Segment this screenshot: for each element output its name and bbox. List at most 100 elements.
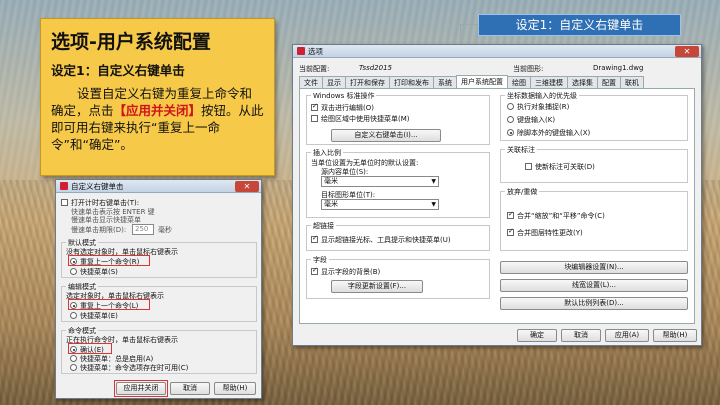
shortcut-menu-label: 绘图区域中使用快捷菜单(M)	[321, 115, 410, 123]
help-button[interactable]: 帮助(H)	[653, 329, 697, 342]
windows-group: Windows 标准操作 双击进行编辑(O) 绘图区域中使用快捷菜单(M) 自定…	[306, 91, 490, 145]
coord-keyboard-label: 键盘输入(K)	[517, 116, 556, 124]
cmd-shortcut-options-label: 快捷菜单：命令选项存在时可用(C)	[80, 364, 189, 372]
chevron-down-icon: ▼	[431, 201, 436, 208]
assoc-dim-group: 关联标注 使新标注可关联(D)	[500, 145, 688, 183]
command-mode-group: 命令模式 正在执行命令时，单击鼠标右键表示 确认(E) 快捷菜单：总是启用(A)…	[61, 326, 257, 374]
assoc-dim-checkbox[interactable]	[525, 163, 532, 170]
combine-layer-checkbox[interactable]	[507, 227, 514, 236]
tab-online[interactable]: 联机	[620, 76, 644, 88]
right-click-dialog: 自定义右键单击 ✕ 打开计时右键单击(T): 快速单击表示按 ENTER 键 慢…	[55, 179, 262, 399]
rc-titlebar: 自定义右键单击 ✕	[56, 180, 261, 193]
highlight-box	[68, 299, 150, 310]
hyperlink-group: 超链接 显示超链接光标、工具提示和快捷菜单(U)	[306, 221, 490, 251]
hyperlink-title: 超链接	[311, 221, 336, 231]
default-scale-list-button[interactable]: 默认比例列表(D)...	[500, 297, 688, 310]
note-title: 选项-用户系统配置	[51, 31, 211, 53]
hyperlink-label: 显示超链接光标、工具提示和快捷菜单(U)	[321, 236, 451, 244]
combine-zoom-pan-label: 合并“缩放”和“平移”命令(C)	[517, 212, 605, 220]
options-dialog: 选项 ✕ 当前配置: Tssd2015 当前图形: Drawing1.dwg 文…	[292, 44, 702, 346]
current-config-label: 当前配置:	[299, 65, 330, 73]
edit-shortcut-radio[interactable]	[70, 312, 77, 319]
note-body: 设置自定义右键为重复上命令和确定，点击【应用并关闭】按钮。从此即可用右键来执行“…	[51, 85, 264, 153]
hyperlink-checkbox[interactable]	[311, 234, 318, 243]
coord-osnap-radio[interactable]	[507, 103, 514, 110]
right-click-customize-button[interactable]: 自定义右键单击(I)...	[331, 129, 441, 142]
coord-keyboard-radio[interactable]	[507, 116, 514, 123]
source-units-select[interactable]: 毫米 ▼	[321, 176, 439, 187]
coord-priority-title: 坐标数据输入的优先级	[505, 91, 579, 101]
duration-label: 慢速单击期限(D):	[71, 226, 127, 234]
tab-selection[interactable]: 选择集	[567, 76, 598, 88]
default-mode-group: 默认模式 没有选定对象时，单击鼠标右键表示 重复上一个命令(R) 快捷菜单(S)	[61, 238, 257, 278]
close-icon[interactable]: ✕	[235, 180, 259, 192]
chevron-down-icon: ▼	[431, 178, 436, 185]
current-config-value: Tssd2015	[359, 64, 392, 72]
edit-mode-group: 编辑模式 选定对象时，单击鼠标右键表示 重复上一个命令(L) 快捷菜单(E)	[61, 282, 257, 322]
options-tabs: 文件 显示 打开和保存 打印和发布 系统 用户系统配置 绘图 三维建模 选择集 …	[299, 75, 644, 88]
fields-label: 显示字段的背景(B)	[321, 268, 381, 276]
tab-system[interactable]: 系统	[433, 76, 457, 88]
source-units-value: 毫米	[324, 177, 338, 185]
timed-right-click-checkbox[interactable]	[61, 199, 68, 206]
options-titlebar: 选项 ✕	[293, 45, 701, 58]
cancel-button[interactable]: 取消	[561, 329, 601, 342]
tab-3d-modeling[interactable]: 三维建模	[530, 76, 568, 88]
undo-redo-title: 放弃/重做	[505, 187, 540, 197]
ok-button[interactable]: 确定	[517, 329, 557, 342]
tab-plot-publish[interactable]: 打印和发布	[389, 76, 434, 88]
tab-drafting[interactable]: 绘图	[507, 76, 531, 88]
cmd-shortcut-always-radio[interactable]	[70, 355, 77, 362]
block-editor-settings-button[interactable]: 块编辑器设置(N)...	[500, 261, 688, 274]
assoc-dim-title: 关联标注	[505, 145, 537, 155]
duration-input[interactable]: 250	[132, 224, 154, 235]
tab-files[interactable]: 文件	[299, 76, 323, 88]
coord-except-scripts-radio[interactable]	[507, 129, 514, 136]
fields-group: 字段 显示字段的背景(B) 字段更新设置(F)...	[306, 255, 490, 299]
assoc-dim-label: 使新标注可关联(D)	[535, 163, 595, 171]
default-shortcut-radio[interactable]	[70, 268, 77, 275]
options-panel: Windows 标准操作 双击进行编辑(O) 绘图区域中使用快捷菜单(M) 自定…	[299, 88, 695, 324]
tab-profiles[interactable]: 配置	[597, 76, 621, 88]
tab-display[interactable]: 显示	[322, 76, 346, 88]
app-icon	[60, 182, 68, 190]
edit-shortcut-label: 快捷菜单(E)	[80, 312, 118, 320]
highlight-box	[114, 380, 168, 397]
dblclick-checkbox[interactable]	[311, 102, 318, 111]
field-update-button[interactable]: 字段更新设置(F)...	[331, 280, 423, 293]
note-body-highlight: 【应用并关闭】	[113, 103, 202, 118]
dblclick-label: 双击进行编辑(O)	[321, 104, 374, 112]
app-icon	[297, 47, 305, 55]
combine-layer-label: 合并图层特性更改(Y)	[517, 229, 583, 237]
tab-user-preferences[interactable]: 用户系统配置	[456, 75, 508, 88]
duration-unit: 毫秒	[158, 226, 172, 234]
shortcut-menu-checkbox[interactable]	[311, 115, 318, 122]
coord-priority-group: 坐标数据输入的优先级 执行对象捕捉(R) 键盘输入(K) 除脚本外的键盘输入(X…	[500, 91, 688, 141]
options-title: 选项	[308, 46, 323, 56]
tab-open-save[interactable]: 打开和保存	[345, 76, 390, 88]
callout-label: 设定1：自定义右键单击	[478, 14, 681, 36]
insert-scale-title: 插入比例	[311, 148, 343, 158]
lineweight-settings-button[interactable]: 线宽设置(L)...	[500, 279, 688, 292]
current-drawing-value: Drawing1.dwg	[593, 64, 644, 72]
insert-scale-group: 插入比例 当单位设置为无单位时的默认设置: 源内容单位(S): 毫米 ▼ 目标图形…	[306, 148, 490, 218]
windows-group-title: Windows 标准操作	[311, 91, 377, 101]
highlight-box	[68, 343, 112, 354]
instruction-note: 选项-用户系统配置 设定1：自定义右键单击 设置自定义右键为重复上命令和确定，点…	[40, 18, 275, 176]
target-units-select[interactable]: 毫米 ▼	[321, 199, 439, 210]
fields-title: 字段	[311, 255, 329, 265]
undo-redo-group: 放弃/重做 合并“缩放”和“平移”命令(C) 合并图层特性更改(Y)	[500, 187, 688, 251]
cmd-shortcut-options-radio[interactable]	[70, 364, 77, 371]
timed-desc-2: 慢速单击显示快捷菜单	[71, 216, 141, 224]
combine-zoom-pan-checkbox[interactable]	[507, 210, 514, 219]
target-units-value: 毫米	[324, 200, 338, 208]
rc-cancel-button[interactable]: 取消	[170, 382, 210, 395]
current-drawing-label: 当前图形:	[513, 65, 544, 73]
coord-osnap-label: 执行对象捕捉(R)	[517, 103, 570, 111]
callout-connector-h1	[460, 24, 478, 25]
apply-button[interactable]: 应用(A)	[605, 329, 649, 342]
fields-checkbox[interactable]	[311, 266, 318, 275]
close-icon[interactable]: ✕	[675, 45, 699, 57]
rc-help-button[interactable]: 帮助(H)	[214, 382, 256, 395]
default-shortcut-label: 快捷菜单(S)	[80, 268, 118, 276]
